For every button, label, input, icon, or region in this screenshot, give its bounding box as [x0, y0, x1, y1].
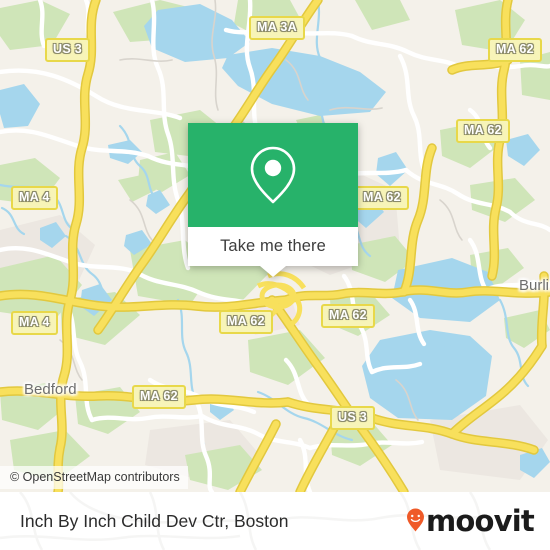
moovit-smiley-pin-icon: [407, 508, 425, 532]
place-label-burlington: Burlin: [519, 277, 550, 294]
place-label-bedford: Bedford: [24, 381, 77, 398]
road-shield-ma-62-bedford: MA 62: [132, 385, 186, 409]
take-me-there-label: Take me there: [220, 237, 326, 255]
destination-callout-card[interactable]: Take me there: [188, 123, 358, 277]
place-title: Inch By Inch Child Dev Ctr, Boston: [20, 510, 289, 531]
road-shield-ma-62-northeast: MA 62: [488, 38, 542, 62]
moovit-wordmark: moovit: [426, 503, 535, 538]
road-shield-ma-3a-north: MA 3A: [249, 16, 305, 40]
moovit-map-screenshot: US 3 MA 3A MA 62 MA 62 MA 4 MA 62 MA 4 MA 62 MA …: [0, 0, 550, 550]
road-shield-ma-62-center: MA 62: [219, 310, 273, 334]
callout-pointer-tail: [260, 266, 286, 277]
road-shield-ma-62-center-east: MA 62: [355, 186, 409, 210]
road-shield-ma-62-center-right: MA 62: [321, 304, 375, 328]
road-shield-us-3-south: US 3: [330, 406, 375, 430]
road-shield-us-3-northwest: US 3: [45, 38, 90, 62]
road-shield-ma-4-west-lower: MA 4: [11, 311, 58, 335]
openstreetmap-attribution[interactable]: © OpenStreetMap contributors: [0, 466, 188, 489]
callout-icon-panel: [188, 123, 358, 227]
road-shield-ma-62-east-upper: MA 62: [456, 119, 510, 143]
footer-bar: Inch By Inch Child Dev Ctr, Boston moovi…: [0, 492, 550, 550]
take-me-there-button[interactable]: Take me there: [188, 227, 358, 277]
location-pin-icon: [250, 146, 296, 204]
road-shield-ma-4-west-upper: MA 4: [11, 186, 58, 210]
moovit-brand[interactable]: moovit: [406, 503, 535, 538]
